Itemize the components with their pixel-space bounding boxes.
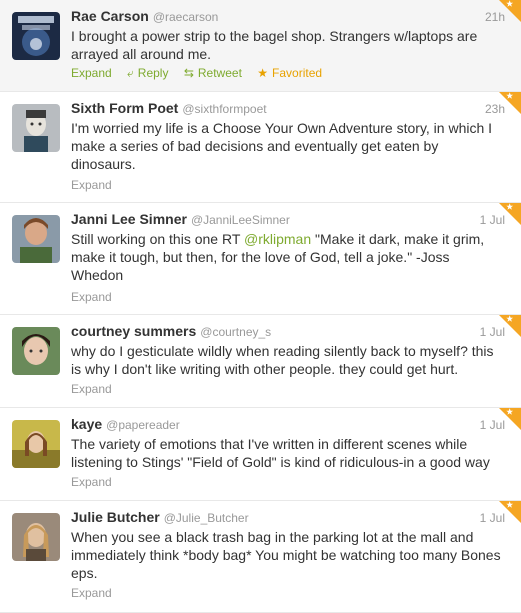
tweet-text: why do I gesticulate wildly when reading…	[71, 343, 494, 377]
reply-button[interactable]: ⤶ Reply	[127, 66, 168, 80]
tweet-username[interactable]: @JanniLeeSimner	[191, 213, 290, 227]
avatar[interactable]	[12, 513, 60, 561]
tweet-username[interactable]: @courtney_s	[200, 325, 271, 339]
tweet-actions: Expand	[71, 475, 124, 489]
tweet-username[interactable]: @Julie_Butcher	[164, 511, 249, 525]
tweet-item[interactable]: Janni Lee Simner @JanniLeeSimner 1 Jul St…	[0, 203, 521, 315]
avatar[interactable]	[12, 420, 60, 468]
tweet-text: I brought a power strip to the bagel sho…	[71, 28, 478, 62]
expand-link[interactable]: Expand	[71, 586, 112, 600]
retweet-icon: ⇆	[183, 66, 194, 80]
tweet-text-part: Still working on this one RT	[71, 231, 245, 247]
retweet-label: Retweet	[197, 66, 242, 80]
tweet-actions: Expand	[71, 586, 124, 600]
favorite-corner-ribbon-icon	[499, 501, 521, 523]
tweet-actions: Expand	[71, 290, 124, 304]
tweet-item[interactable]: Julie Butcher @Julie_Butcher 1 Jul When y…	[0, 501, 521, 613]
tweet-text: When you see a black trash bag in the pa…	[71, 529, 501, 581]
tweet-text: Still working on this one RT @rklipman "…	[71, 230, 505, 284]
tweet-item[interactable]: Rae Carson @raecarson 21h I brought a pow…	[0, 0, 521, 92]
tweet-fullname[interactable]: Sixth Form Poet	[71, 100, 178, 116]
favorite-corner-ribbon-icon	[499, 408, 521, 430]
expand-link[interactable]: Expand	[71, 475, 112, 489]
avatar[interactable]	[12, 215, 60, 263]
tweet-username[interactable]: @raecarson	[153, 10, 219, 24]
reply-arrow-icon: ⤶	[127, 66, 134, 80]
tweet-text: The variety of emotions that I've writte…	[71, 436, 490, 470]
tweet-text: I'm worried my life is a Choose Your Own…	[71, 120, 493, 172]
tweet-username[interactable]: @sixthformpoet	[182, 102, 266, 116]
avatar[interactable]	[12, 104, 60, 152]
tweet-item[interactable]: courtney summers @courtney_s 1 Jul why do…	[0, 315, 521, 408]
tweet-fullname[interactable]: courtney summers	[71, 323, 196, 339]
tweet-fullname[interactable]: kaye	[71, 416, 102, 432]
expand-link[interactable]: Expand	[71, 290, 112, 304]
tweet-username[interactable]: @papereader	[106, 418, 180, 432]
tweet-item[interactable]: Sixth Form Poet @sixthformpoet 23h I'm wo…	[0, 92, 521, 203]
tweet-header: Janni Lee Simner @JanniLeeSimner	[71, 211, 509, 231]
expand-link[interactable]: Expand	[71, 178, 112, 192]
tweet-actions: Expand	[71, 382, 124, 396]
avatar[interactable]	[12, 327, 60, 375]
expand-link[interactable]: Expand	[71, 382, 112, 396]
tweet-header: Sixth Form Poet @sixthformpoet	[71, 100, 509, 120]
favorite-corner-ribbon-icon	[499, 203, 521, 225]
tweet-header: Rae Carson @raecarson	[71, 8, 509, 28]
tweet-fullname[interactable]: Janni Lee Simner	[71, 211, 187, 227]
star-icon: ★	[257, 66, 269, 80]
tweet-header: Julie Butcher @Julie_Butcher	[71, 509, 509, 529]
reply-label: Reply	[137, 66, 169, 80]
tweet-actions: Expand	[71, 178, 124, 192]
tweet-header: kaye @papereader	[71, 416, 509, 436]
tweet-fullname[interactable]: Rae Carson	[71, 8, 149, 24]
favorited-button[interactable]: ★ Favorited	[257, 66, 322, 80]
tweet-fullname[interactable]: Julie Butcher	[71, 509, 160, 525]
favorited-label: Favorited	[272, 66, 323, 80]
mention-link[interactable]: @rklipman	[244, 231, 311, 247]
favorite-corner-ribbon-icon	[499, 0, 521, 22]
favorite-corner-ribbon-icon	[499, 92, 521, 114]
tweet-header: courtney summers @courtney_s	[71, 323, 509, 343]
tweet-item[interactable]: kaye @papereader 1 Jul The variety of emo…	[0, 408, 521, 501]
tweet-actions: Expand ⤶ Reply ⇆ Retweet ★ Favorited	[71, 66, 334, 81]
expand-link[interactable]: Expand	[71, 66, 112, 80]
favorite-corner-ribbon-icon	[499, 315, 521, 337]
retweet-button[interactable]: ⇆ Retweet	[184, 66, 242, 80]
avatar[interactable]	[12, 12, 60, 60]
